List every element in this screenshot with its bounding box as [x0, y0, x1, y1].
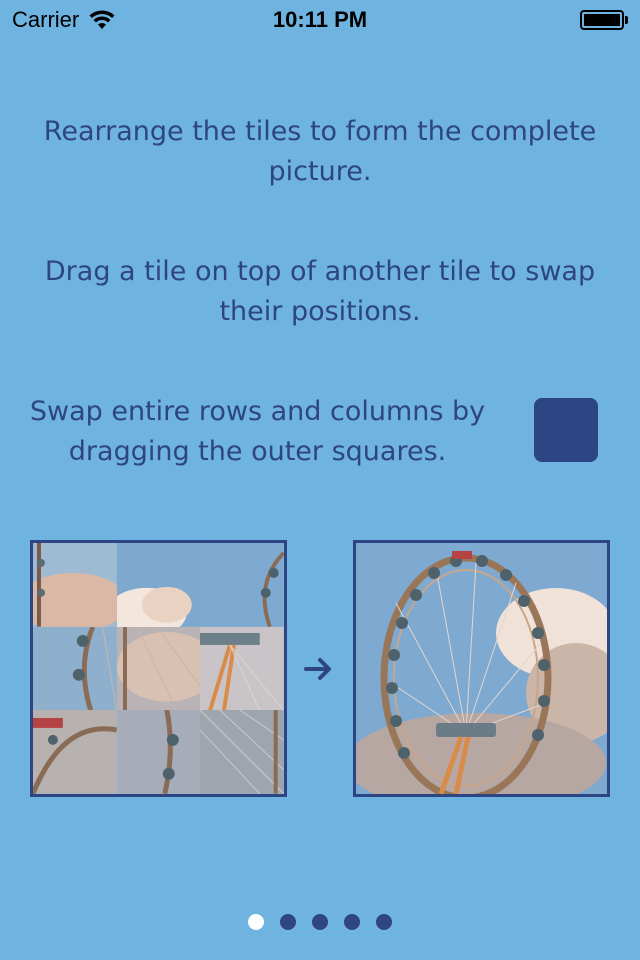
outer-square-example	[534, 398, 598, 462]
status-time: 10:11 PM	[272, 7, 368, 32]
ferris-wheel-image	[356, 543, 607, 794]
instruction-swap-rows: Swap entire rows and columns by dragging…	[29, 396, 486, 467]
puzzle-tile	[33, 710, 117, 794]
status-bar: Carrier 10:11 PM	[0, 0, 640, 40]
page-dot-4[interactable]	[344, 914, 360, 930]
battery-icon	[580, 10, 628, 30]
complete-picture	[353, 540, 610, 797]
puzzle-tile	[116, 710, 201, 794]
puzzle-tile	[200, 710, 284, 794]
page-dot-1[interactable]	[248, 914, 264, 930]
page-dot-3[interactable]	[312, 914, 328, 930]
puzzle-tile	[33, 626, 117, 711]
puzzle-tile	[116, 626, 201, 711]
puzzle-tile	[200, 626, 284, 711]
puzzle-tile	[200, 543, 284, 627]
page-dot-5[interactable]	[376, 914, 392, 930]
page-indicator[interactable]	[0, 914, 640, 930]
puzzle-tile	[33, 543, 117, 627]
instruction-rearrange: Rearrange the tiles to form the complete…	[43, 116, 597, 187]
puzzle-tile	[116, 543, 201, 627]
right-arrow-icon	[304, 658, 331, 680]
scrambled-grid	[33, 543, 284, 794]
page-dot-2[interactable]	[280, 914, 296, 930]
scrambled-picture	[30, 540, 287, 797]
instruction-drag-tile: Drag a tile on top of another tile to sw…	[44, 256, 596, 327]
